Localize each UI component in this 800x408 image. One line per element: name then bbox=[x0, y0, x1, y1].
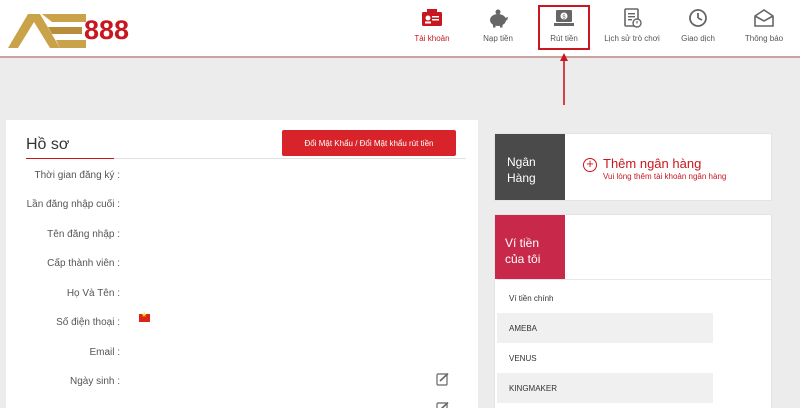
nav-transactions[interactable]: Giao dịch bbox=[668, 8, 728, 43]
annotation-arrow-icon bbox=[560, 53, 568, 105]
wallet-list: Ví tiền chính AMEBA VENUS KINGMAKER bbox=[497, 283, 713, 403]
edit-icon[interactable] bbox=[436, 401, 450, 408]
field-label-register-time: Thời gian đăng ký : bbox=[34, 170, 121, 181]
wallet-item-kingmaker[interactable]: KINGMAKER bbox=[497, 373, 713, 403]
add-bank-link[interactable]: Thêm ngân hàng bbox=[603, 156, 701, 171]
nav-withdraw[interactable]: $ Rút tiền bbox=[538, 5, 590, 50]
nav-notifications-label: Thông báo bbox=[744, 34, 784, 43]
change-password-button[interactable]: Đổi Mật Khẩu / Đổi Mật khẩu rút tiền bbox=[282, 130, 456, 156]
add-bank-plus-icon[interactable]: + bbox=[583, 157, 597, 172]
account-card-icon bbox=[422, 9, 442, 26]
logo[interactable]: 888 bbox=[6, 10, 129, 50]
bank-tab-text: Ngân Hàng bbox=[507, 154, 536, 186]
nav-account[interactable]: Tài khoản bbox=[402, 8, 462, 43]
field-label-phone: Số điện thoại : bbox=[56, 317, 120, 328]
field-label-email: Email : bbox=[89, 347, 120, 358]
title-divider bbox=[26, 158, 466, 159]
nav-withdraw-label: Rút tiền bbox=[550, 34, 578, 43]
wallet-item-main[interactable]: Ví tiền chính bbox=[497, 283, 713, 313]
bank-tab: Ngân Hàng bbox=[495, 134, 565, 200]
nav-deposit-label: Nạp tiền bbox=[483, 34, 513, 43]
field-label-member-level: Cấp thành viên : bbox=[47, 258, 120, 269]
notification-mail-icon bbox=[754, 9, 774, 27]
wallet-divider bbox=[497, 279, 771, 280]
nav-game-history-label: Lịch sử trò chơi bbox=[604, 34, 660, 43]
withdraw-cash-icon: $ bbox=[554, 10, 574, 26]
wallet-tab-line2: của tôi bbox=[505, 252, 541, 266]
bank-tab-line2: Hàng bbox=[507, 171, 536, 185]
piggy-bank-icon bbox=[490, 9, 508, 28]
add-bank-hint: Vui lòng thêm tài khoản ngân hàng bbox=[603, 172, 727, 181]
game-history-icon bbox=[624, 8, 642, 28]
edit-icon[interactable] bbox=[436, 372, 450, 386]
wallet-tab: Ví tiền của tôi bbox=[495, 215, 565, 279]
bank-tab-line1: Ngân bbox=[507, 155, 536, 169]
nav-notifications[interactable]: Thông báo bbox=[734, 8, 794, 43]
logo-text: 888 bbox=[84, 15, 130, 45]
nav-transactions-label: Giao dịch bbox=[681, 34, 715, 43]
field-label-last-login: Lần đăng nhập cuối : bbox=[26, 199, 120, 210]
top-header: 888 Tài khoản Nạp tiền $ Rút tiền Lịch s… bbox=[0, 0, 800, 58]
wallet-panel: Ví tiền của tôi Ví tiền chính AMEBA VENU… bbox=[494, 214, 772, 408]
profile-panel: Hồ sơ Đổi Mật Khẩu / Đổi Mật khẩu rút ti… bbox=[6, 120, 478, 408]
nav-game-history[interactable]: Lịch sử trò chơi bbox=[602, 8, 662, 43]
field-label-username: Tên đăng nhập : bbox=[47, 229, 120, 240]
wallet-tab-line1: Ví tiền bbox=[505, 236, 540, 250]
field-label-birthday: Ngày sinh : bbox=[69, 376, 120, 387]
bank-panel: Ngân Hàng + Thêm ngân hàng Vui lòng thêm… bbox=[494, 133, 772, 201]
field-label-full-name: Họ Và Tên : bbox=[66, 288, 120, 299]
logo-ae-mark bbox=[6, 10, 86, 50]
page-title: Hồ sơ bbox=[26, 136, 70, 153]
transaction-clock-icon bbox=[689, 9, 707, 27]
svg-text:$: $ bbox=[562, 14, 566, 21]
vietnam-flag-icon bbox=[139, 311, 150, 322]
wallet-item-venus[interactable]: VENUS bbox=[497, 343, 713, 373]
nav-account-label: Tài khoản bbox=[414, 34, 450, 43]
wallet-tab-text: Ví tiền của tôi bbox=[505, 235, 540, 267]
wallet-item-ameba[interactable]: AMEBA bbox=[497, 313, 713, 343]
nav-deposit[interactable]: Nạp tiền bbox=[468, 8, 528, 43]
